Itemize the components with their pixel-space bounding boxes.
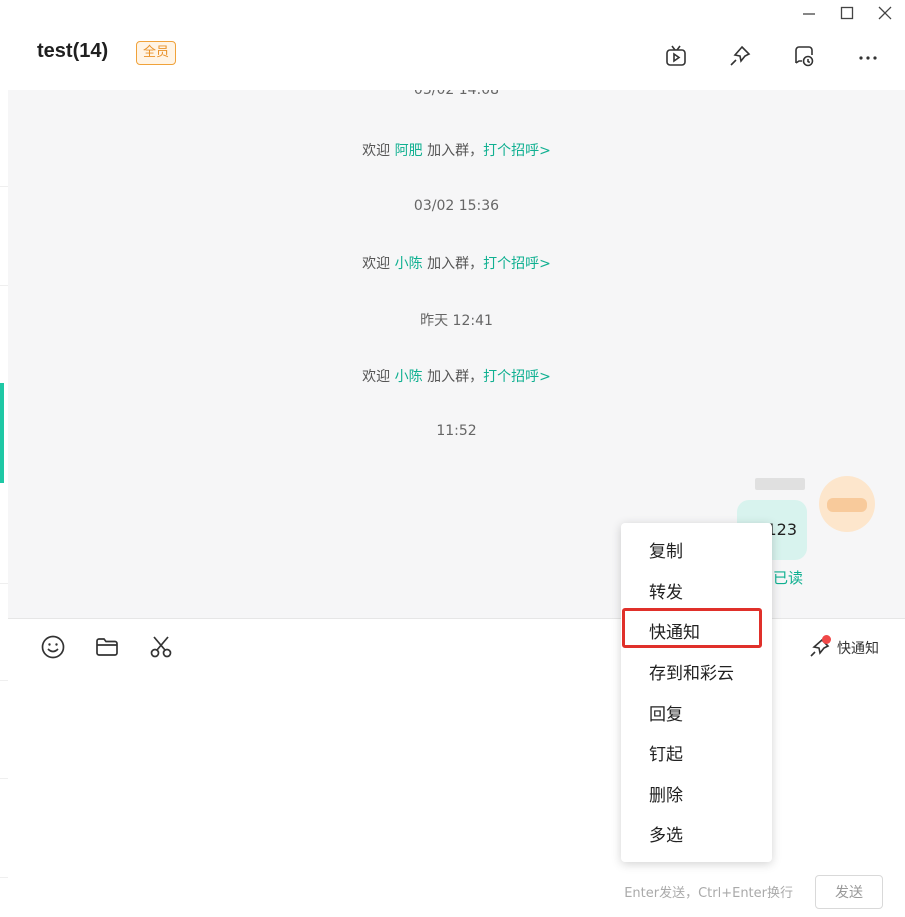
menu-item-pin[interactable]: 钉起 <box>649 743 683 767</box>
quick-notify-label: 快通知 <box>837 641 879 657</box>
rocket-icon <box>807 635 833 661</box>
message-context-menu: 复制 转发 快通知 存到和彩云 回复 钉起 删除 多选 <box>621 523 772 862</box>
timestamp: 03/02 14:08 <box>413 90 500 98</box>
timestamp: 昨天 12:41 <box>420 313 493 329</box>
member-nick[interactable]: 小陈 <box>395 369 423 385</box>
header-actions <box>662 42 882 70</box>
tv-icon[interactable] <box>662 42 690 70</box>
join-notice: 欢迎 小陈 加入群，打个招呼> <box>362 256 551 272</box>
chat-window: test(14) 全员 03/02 14:08 欢迎 阿肥 加入群，打个招呼> … <box>0 0 905 917</box>
send-button[interactable]: 发送 <box>815 875 883 909</box>
read-status[interactable]: 已读 <box>773 567 803 588</box>
menu-item-multi-select[interactable]: 多选 <box>649 824 683 848</box>
pin-icon[interactable] <box>726 42 754 70</box>
maximize-icon[interactable] <box>837 3 857 23</box>
menu-item-save-to-cloud[interactable]: 存到和彩云 <box>649 662 734 686</box>
scissors-icon[interactable] <box>146 632 176 662</box>
emoji-icon[interactable] <box>38 632 68 662</box>
chat-title: test(14) <box>37 40 109 62</box>
menu-item-delete[interactable]: 删除 <box>649 784 683 808</box>
window-controls <box>799 0 895 26</box>
timestamp: 03/02 15:36 <box>413 198 500 214</box>
greet-link[interactable]: 打个招呼> <box>483 143 551 159</box>
composer-toolbar <box>38 632 176 662</box>
menu-item-forward[interactable]: 转发 <box>649 581 683 605</box>
sender-name-redacted <box>755 478 805 490</box>
greet-link[interactable]: 打个招呼> <box>483 369 551 385</box>
minimize-icon[interactable] <box>799 3 819 23</box>
chat-header: test(14) 全员 <box>8 26 905 90</box>
folder-icon[interactable] <box>92 632 122 662</box>
quick-notify-button[interactable]: 快通知 <box>807 635 879 661</box>
active-conversation-indicator <box>0 383 4 483</box>
join-notice: 欢迎 阿肥 加入群，打个招呼> <box>362 143 551 159</box>
menu-item-reply[interactable]: 回复 <box>649 703 683 727</box>
timestamp: 11:52 <box>436 423 477 439</box>
history-icon[interactable] <box>790 42 818 70</box>
join-notice: 欢迎 小陈 加入群，打个招呼> <box>362 369 551 385</box>
member-badge: 全员 <box>136 41 177 65</box>
greet-link[interactable]: 打个招呼> <box>483 256 551 272</box>
more-icon[interactable] <box>854 42 882 70</box>
send-hint: Enter发送，Ctrl+Enter换行 <box>624 886 793 901</box>
menu-item-quick-notify[interactable]: 快通知 <box>649 621 700 645</box>
notification-dot <box>822 635 831 644</box>
close-icon[interactable] <box>875 3 895 23</box>
menu-item-copy[interactable]: 复制 <box>649 540 683 564</box>
member-nick[interactable]: 小陈 <box>395 256 423 272</box>
member-nick[interactable]: 阿肥 <box>395 143 423 159</box>
avatar[interactable] <box>819 476 875 532</box>
